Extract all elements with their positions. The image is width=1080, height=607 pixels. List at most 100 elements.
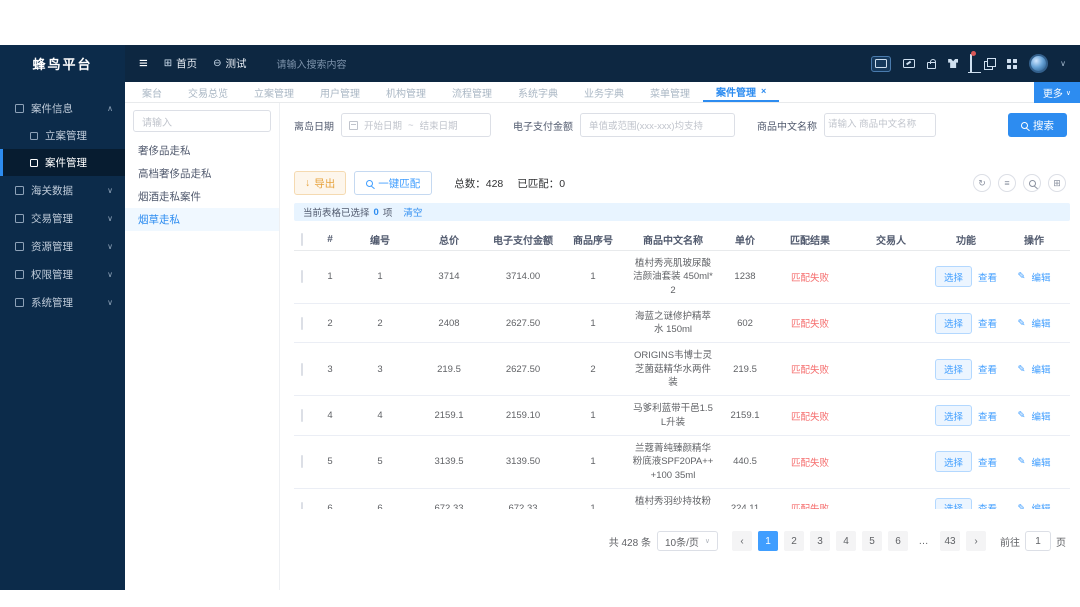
nav-tab[interactable]: 业务字典 ×: [571, 82, 637, 102]
density-icon[interactable]: ≡: [998, 174, 1016, 192]
cell-unit-price: 602: [737, 317, 753, 329]
view-link[interactable]: 查看: [978, 270, 997, 284]
page-size-select[interactable]: 10条/页 ∨: [656, 531, 718, 551]
env-nav[interactable]: ⊖ 测试: [213, 56, 246, 71]
sidebar-item[interactable]: 立案管理: [0, 122, 125, 149]
selection-prefix: 当前表格已选择: [303, 208, 370, 219]
layers-icon[interactable]: [984, 58, 997, 70]
apps-grid-icon[interactable]: [1007, 58, 1018, 69]
edit-link[interactable]: 编辑: [1031, 270, 1050, 284]
cell-match-result: 匹配失败: [790, 411, 829, 423]
nav-tab[interactable]: 流程管理 ×: [439, 82, 505, 102]
select-row-button[interactable]: 选择: [934, 405, 972, 427]
view-link[interactable]: 查看: [978, 409, 997, 423]
nav-tab[interactable]: 用户管理 ×: [307, 82, 373, 102]
sidebar-item[interactable]: 资源管理 ∨: [0, 232, 125, 260]
product-name-input[interactable]: 请输入 商品中文名称: [824, 113, 936, 137]
page-number-button[interactable]: 4: [836, 531, 856, 551]
select-row-button[interactable]: 选择: [934, 497, 972, 509]
zoom-icon[interactable]: [1023, 174, 1041, 192]
export-button[interactable]: ↓ 导出: [294, 171, 347, 195]
goto-page-input[interactable]: 1: [1025, 531, 1051, 551]
page-number-button[interactable]: 6: [888, 531, 908, 551]
date-range-picker[interactable]: 开始日期 ~ 结束日期: [341, 113, 491, 137]
tab-close-icon[interactable]: ×: [761, 86, 766, 96]
row-checkbox[interactable]: [301, 270, 303, 284]
page-number-button[interactable]: 3: [810, 531, 830, 551]
notifications-button[interactable]: [970, 50, 977, 73]
search-button[interactable]: 搜索: [1008, 113, 1067, 137]
sidebar-item[interactable]: 案件管理: [0, 149, 125, 176]
menu-square-icon: [15, 269, 24, 279]
date-separator: ~: [408, 119, 414, 131]
calendar-icon: [349, 120, 358, 130]
user-avatar[interactable]: [1029, 54, 1049, 73]
case-search-input[interactable]: 请输入: [133, 110, 271, 132]
lock-icon[interactable]: [927, 59, 937, 69]
row-checkbox[interactable]: [301, 362, 303, 376]
page-number-button[interactable]: …: [914, 531, 934, 551]
case-type-item[interactable]: 烟酒走私案件: [125, 185, 279, 208]
select-row-button[interactable]: 选择: [934, 451, 972, 473]
refresh-icon[interactable]: ↻: [973, 174, 991, 192]
edit-link[interactable]: 编辑: [1031, 362, 1050, 376]
view-link[interactable]: 查看: [978, 455, 997, 469]
global-search-input[interactable]: 请输入搜索内容: [277, 56, 347, 71]
next-page-button[interactable]: ›: [966, 531, 986, 551]
view-link[interactable]: 查看: [978, 362, 997, 376]
clear-selection-link[interactable]: 清空: [403, 205, 422, 219]
nav-tab[interactable]: 立案管理 ×: [241, 82, 307, 102]
prev-page-button[interactable]: ‹: [732, 531, 752, 551]
nav-tab[interactable]: 交易总览 ×: [175, 82, 241, 102]
hamburger-menu-icon[interactable]: ≡: [139, 55, 148, 72]
nav-tab[interactable]: 系统字典 ×: [505, 82, 571, 102]
nav-tab[interactable]: 机构管理 ×: [373, 82, 439, 102]
page-number-button[interactable]: 43: [940, 531, 960, 551]
nav-tab[interactable]: 案件管理 ×: [703, 82, 780, 102]
more-tabs-button[interactable]: 更多 ∨: [1033, 82, 1080, 103]
table-header-cell: 电子支付金额: [493, 236, 553, 247]
nav-tab[interactable]: 菜单管理 ×: [637, 82, 703, 102]
sidebar-item[interactable]: 权限管理 ∨: [0, 260, 125, 288]
cell-unit-price: 219.5: [733, 363, 757, 375]
cell-product-seq: 1: [590, 502, 596, 509]
cell-match-result: 匹配失败: [790, 457, 829, 469]
page-number-button[interactable]: 2: [784, 531, 804, 551]
edit-link[interactable]: 编辑: [1031, 455, 1050, 469]
select-all-checkbox[interactable]: [301, 233, 303, 246]
theme-icon[interactable]: [948, 59, 959, 68]
sidebar-item[interactable]: 系统管理 ∨: [0, 288, 125, 316]
page-number-button[interactable]: 1: [758, 531, 778, 551]
screen-lock-toggle[interactable]: [871, 55, 892, 72]
select-row-button[interactable]: 选择: [934, 358, 972, 380]
select-row-button[interactable]: 选择: [934, 312, 972, 334]
edit-icon: ✎: [1017, 317, 1026, 329]
row-checkbox[interactable]: [301, 455, 303, 469]
home-nav[interactable]: ⊞ 首页: [164, 56, 197, 71]
nav-tab[interactable]: 案台 ×: [129, 82, 175, 102]
sidebar-item[interactable]: 案件信息 ∧: [0, 94, 125, 122]
chevron-icon: ∨: [107, 185, 113, 195]
row-checkbox[interactable]: [301, 409, 303, 423]
sidebar-item[interactable]: 海关数据 ∨: [0, 176, 125, 204]
sidebar-item[interactable]: 交易管理 ∨: [0, 204, 125, 232]
screen-share-icon[interactable]: [903, 59, 916, 68]
case-type-item[interactable]: 高档奢侈品走私: [125, 162, 279, 185]
select-row-button[interactable]: 选择: [934, 266, 972, 288]
case-type-item[interactable]: 奢侈品走私: [125, 139, 279, 162]
cell-index: 6: [327, 502, 333, 509]
case-type-item[interactable]: 烟草走私: [125, 208, 279, 231]
row-checkbox[interactable]: [301, 501, 303, 509]
view-link[interactable]: 查看: [978, 316, 997, 330]
chevron-icon: ∨: [107, 241, 113, 251]
column-settings-icon[interactable]: ⊞: [1048, 174, 1066, 192]
edit-link[interactable]: 编辑: [1031, 316, 1050, 330]
edit-link[interactable]: 编辑: [1031, 501, 1050, 509]
row-checkbox[interactable]: [301, 316, 303, 330]
edit-link[interactable]: 编辑: [1031, 409, 1050, 423]
user-menu-chevron-icon[interactable]: ∨: [1060, 59, 1066, 68]
amount-input[interactable]: 单值或范围(xxx-xxx)均支持: [580, 113, 735, 137]
page-number-button[interactable]: 5: [862, 531, 882, 551]
one-click-match-button[interactable]: 一键匹配: [354, 171, 433, 195]
view-link[interactable]: 查看: [978, 501, 997, 509]
